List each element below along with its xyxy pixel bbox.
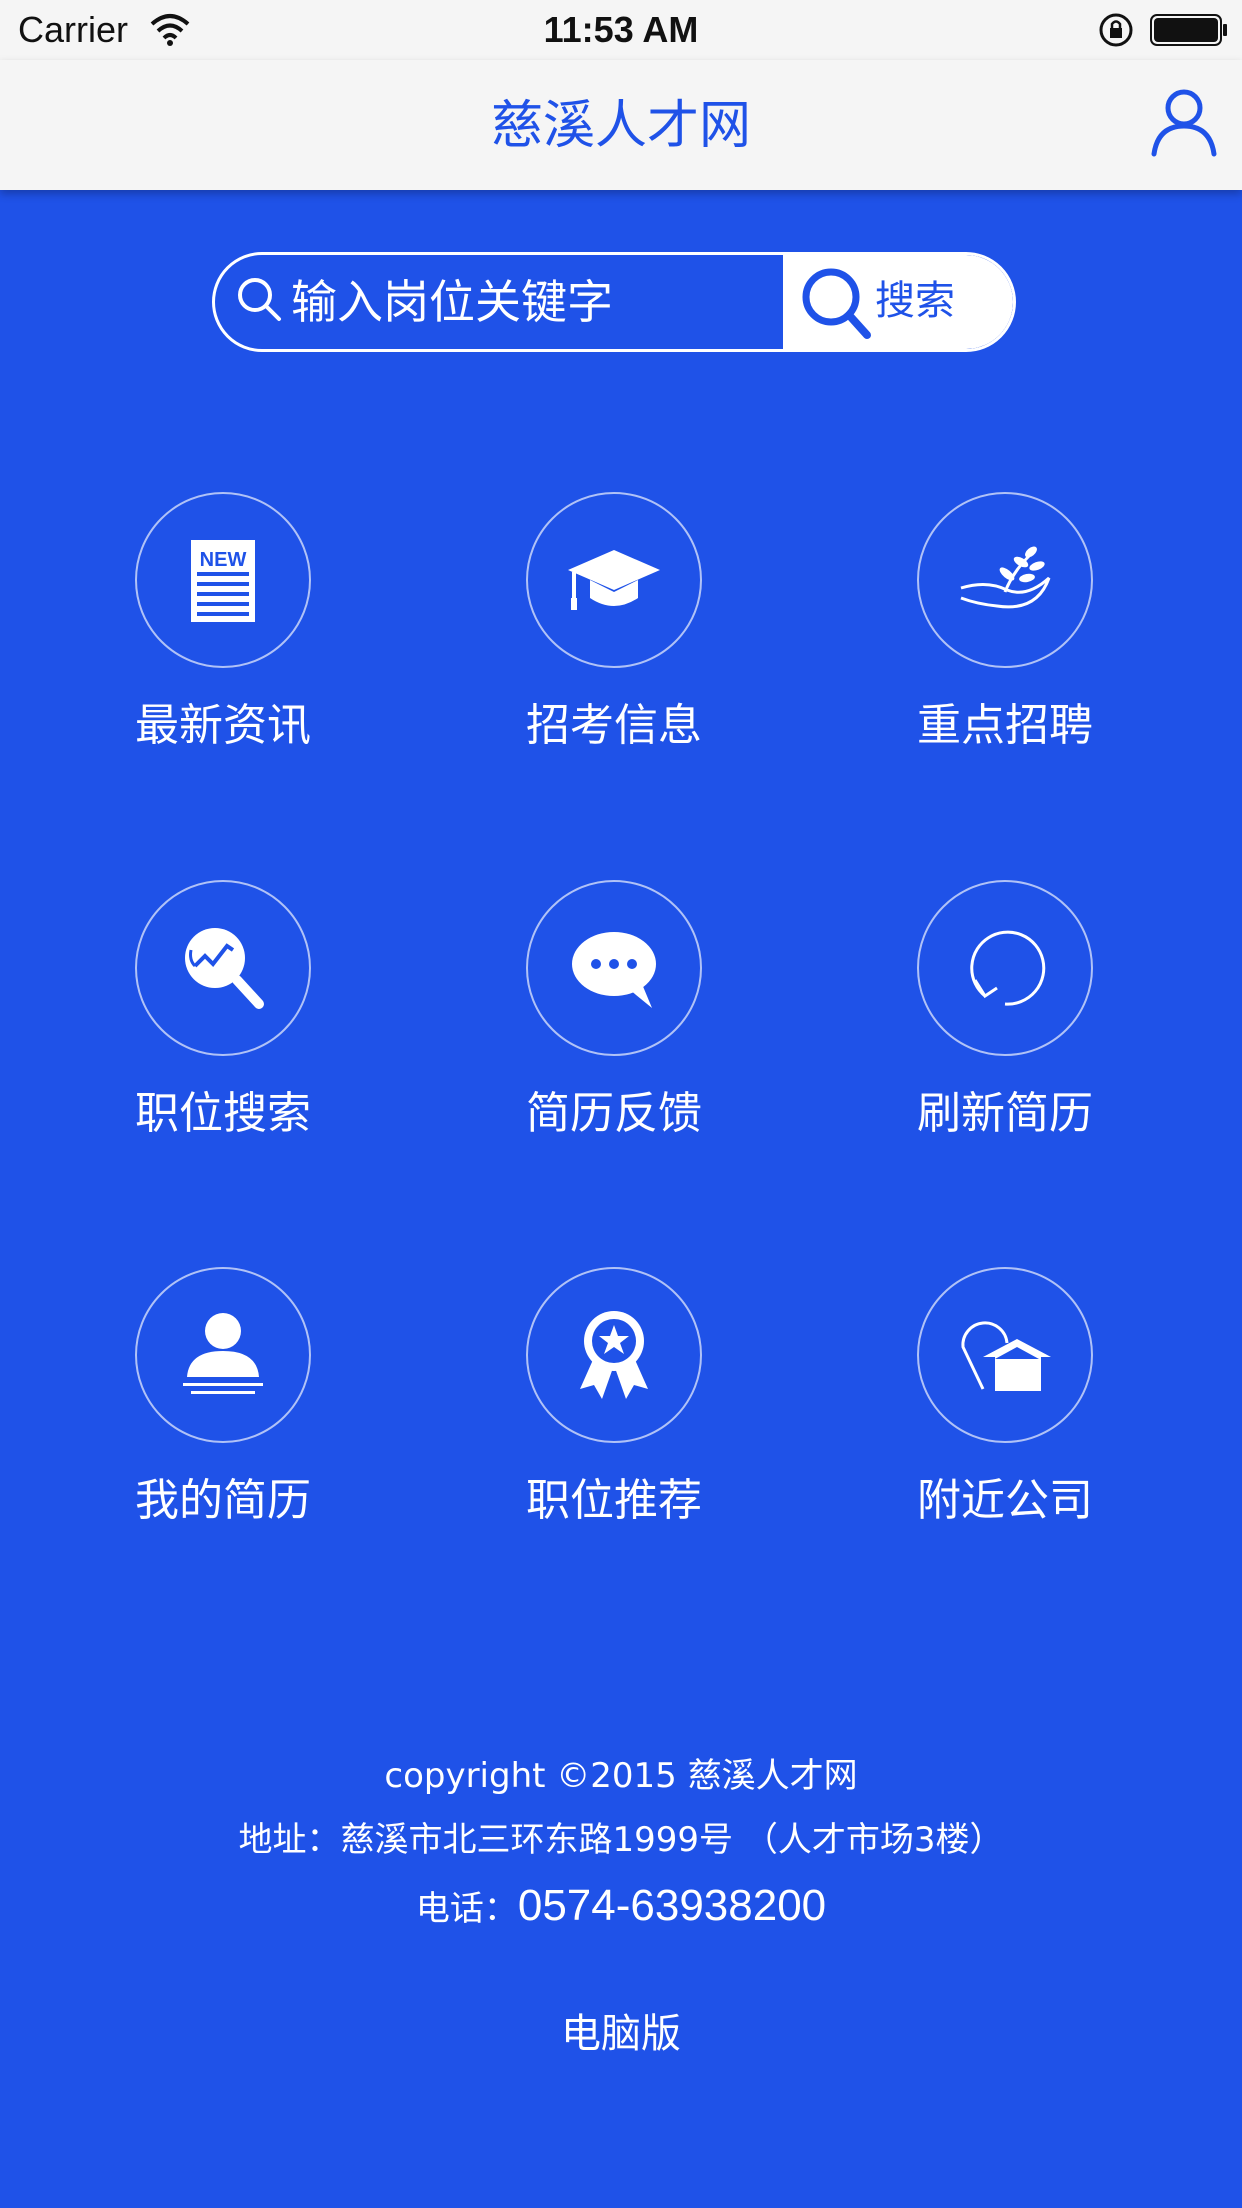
grid-item-label: 重点招聘 [917, 700, 1093, 751]
status-bar: Carrier 11:53 AM [0, 0, 1242, 60]
icon-circle [526, 1267, 702, 1443]
icon-circle [135, 880, 311, 1056]
search-button-label: 搜索 [875, 278, 955, 324]
status-time: 11:53 AM [543, 9, 699, 50]
chat-bubble-icon [572, 932, 656, 1008]
grid-item-label: 刷新简历 [917, 1088, 1093, 1139]
grid-item-refresh-resume[interactable]: 刷新简历 [885, 880, 1125, 1180]
hand-plant-icon [960, 546, 1051, 609]
phone-line: 电话：0574-63938200 [0, 1876, 1242, 1939]
grid-item-label: 我的简历 [135, 1475, 311, 1526]
phone-number[interactable]: 0574-63938200 [518, 1881, 826, 1930]
battery-icon [1150, 14, 1227, 46]
icon-circle [526, 492, 702, 668]
search-input[interactable]: 输入岗位关键字 [215, 255, 785, 349]
grid-item-my-resume[interactable]: 我的简历 [103, 1267, 343, 1567]
search-icon [238, 278, 281, 321]
grid-item-label: 附近公司 [917, 1475, 1093, 1526]
grid-item-job-recommend[interactable]: 职位推荐 [494, 1267, 734, 1567]
grid-item-news[interactable]: NEW 最新资讯 [103, 492, 343, 792]
grid-item-label: 职位推荐 [526, 1475, 702, 1526]
address-text: 地址：慈溪市北三环东路1999号 （人才市场3楼） [238, 1820, 1004, 1860]
search-bar: 输入岗位关键字 搜索 [212, 252, 1016, 352]
refresh-icon [970, 930, 1046, 1006]
grid-item-key-recruit[interactable]: 重点招聘 [885, 492, 1125, 792]
grid-item-job-search[interactable]: 职位搜索 [103, 880, 343, 1180]
grid-item-label: 职位搜索 [135, 1088, 311, 1139]
search-icon [802, 268, 871, 339]
nav-bar: 慈溪人才网 [0, 60, 1242, 190]
search-button[interactable]: 搜索 [783, 255, 1013, 349]
person-icon [183, 1313, 263, 1394]
icon-circle [526, 880, 702, 1056]
news-icon: NEW [191, 540, 255, 622]
icon-circle: NEW [135, 492, 311, 668]
grid-item-label: 招考信息 [526, 700, 702, 751]
grid-item-nearby-company[interactable]: 附近公司 [885, 1267, 1125, 1567]
page-title: 慈溪人才网 [490, 96, 751, 156]
rotation-lock-icon [1099, 13, 1133, 47]
grid-item-resume-feedback[interactable]: 简历反馈 [494, 880, 734, 1180]
user-icon[interactable] [1148, 86, 1220, 158]
copyright-text: copyright ©2015 慈溪人才网 [384, 1756, 858, 1796]
grid-item-exam[interactable]: 招考信息 [494, 492, 734, 792]
graduation-cap-icon [568, 550, 660, 610]
location-house-icon [961, 1321, 1051, 1391]
pc-version-link[interactable]: 电脑版 [0, 2006, 1242, 2062]
svg-text:NEW: NEW [200, 549, 247, 571]
phone-label: 电话： [415, 1889, 518, 1929]
grid-item-label: 简历反馈 [526, 1088, 702, 1139]
icon-circle [917, 880, 1093, 1056]
icon-circle [917, 1267, 1093, 1443]
icon-circle [135, 1267, 311, 1443]
award-ribbon-icon [580, 1311, 648, 1399]
icon-circle [917, 492, 1093, 668]
grid-item-label: 最新资讯 [135, 700, 311, 751]
search-trend-icon [185, 928, 264, 1009]
search-placeholder: 输入岗位关键字 [291, 275, 613, 329]
